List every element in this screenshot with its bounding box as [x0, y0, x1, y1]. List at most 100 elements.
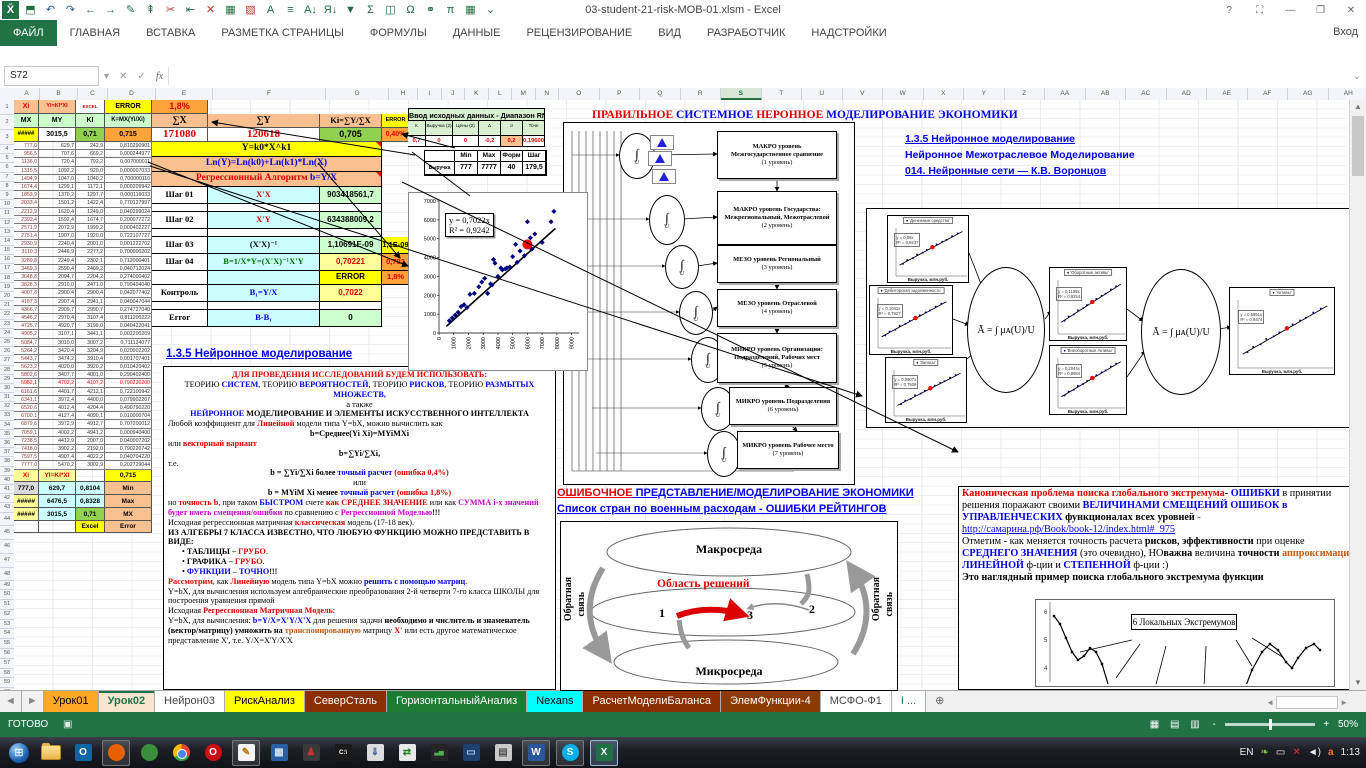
flow-level-box[interactable]: МЕЗО уровень Отраслевой(4 уровень): [717, 289, 837, 327]
row-header-48[interactable]: 48: [0, 568, 14, 581]
column-header-F[interactable]: F: [213, 88, 326, 100]
step-row[interactable]: КонтрольB₁=Y/X0,7022: [152, 285, 410, 302]
cell-e1[interactable]: 1,8%: [152, 100, 208, 114]
table-row[interactable]: 4366,72909,72990,70,274727040: [14, 306, 152, 314]
row-header-7[interactable]: 7: [0, 173, 14, 182]
cell-h2[interactable]: ERROR: [382, 114, 410, 128]
sheet-tab-Урок01[interactable]: Урок01: [44, 691, 99, 713]
table-row[interactable]: 7777,05470,23002,90,202729044: [14, 461, 152, 469]
row-header-32[interactable]: 32: [0, 402, 14, 411]
row-header-33[interactable]: 33: [0, 411, 14, 420]
row-header-23[interactable]: 23: [0, 320, 14, 329]
table-row[interactable]: 5982,14702,24107,20,790220200: [14, 379, 152, 387]
outlook-icon[interactable]: O: [70, 741, 96, 765]
column-header-AF[interactable]: AF: [1248, 88, 1289, 100]
cell-a3[interactable]: #####: [14, 128, 39, 142]
zoom-level[interactable]: 50%: [1338, 719, 1358, 730]
column-header-T[interactable]: T: [762, 88, 803, 100]
cell-c2[interactable]: KI: [76, 114, 105, 128]
close-icon[interactable]: ✕: [1338, 1, 1364, 21]
row-header-43[interactable]: 43: [0, 503, 14, 512]
table-row[interactable]: 5264,23420,43204,90,020002202: [14, 347, 152, 355]
flow-level-box[interactable]: МИКРО уровень Подразделения(6 уровень): [729, 387, 837, 425]
table-row[interactable]: 5084,73010,03007,20,711124077: [14, 339, 152, 347]
row-header-39[interactable]: 39: [0, 467, 14, 476]
wrong-section-subtitle[interactable]: Список стран по военным расходам - ОШИБК…: [557, 503, 887, 515]
table-row[interactable]: 4905,23107,13441,10,002200209: [14, 330, 152, 338]
namebox-dropdown-icon[interactable]: ▾: [104, 71, 109, 82]
step-row[interactable]: Регрессионный Алгоритм b=Y/X: [152, 172, 410, 187]
table-row[interactable]: 6161,64401,74212,10,722100942: [14, 388, 152, 396]
row-header-28[interactable]: 28: [0, 366, 14, 375]
column-header-AC[interactable]: AC: [1126, 88, 1167, 100]
table-row[interactable]: 956,5707,6669,20,000244977: [14, 150, 152, 158]
table-row[interactable]: 2392,41592,41674,70,200077272: [14, 216, 152, 224]
scroll-up-icon[interactable]: ▲: [1350, 100, 1366, 114]
row-header-37[interactable]: 37: [0, 448, 14, 457]
horizontal-scrollbar[interactable]: ◄►: [1266, 691, 1348, 713]
row-header-26[interactable]: 26: [0, 347, 14, 356]
ribbon-tab-ФОРМУЛЫ[interactable]: ФОРМУЛЫ: [357, 20, 440, 46]
summary-row[interactable]: #####6476,50,8328Max: [14, 495, 152, 508]
table-row[interactable]: 777,0629,7242,90,810290901: [14, 142, 152, 150]
confirm-entry-icon[interactable]: ✓: [137, 71, 145, 82]
row-header-8[interactable]: 8: [0, 182, 14, 191]
sheet-nav-icon[interactable]: ►: [22, 691, 44, 713]
step-row[interactable]: Ln(Y)=Ln(k0)+Ln(k1)*Ln(X): [152, 157, 410, 172]
row-header-18[interactable]: 18: [0, 274, 14, 283]
cmd-icon[interactable]: C:\: [330, 741, 356, 765]
ribbon-tab-РАЗМЕТКА СТРАНИЦЫ[interactable]: РАЗМЕТКА СТРАНИЦЫ: [208, 20, 356, 46]
help-icon[interactable]: ?: [1216, 1, 1242, 21]
ribbon-tab-ДАННЫЕ[interactable]: ДАННЫЕ: [440, 20, 514, 46]
row-header-42[interactable]: 42: [0, 494, 14, 503]
sheet-tab-РасчетМоделиБаланса[interactable]: РасчетМоделиБаланса: [583, 691, 720, 713]
column-header-H[interactable]: H: [389, 88, 418, 100]
cell-h3[interactable]: 0,40%: [382, 128, 410, 142]
row-header-19[interactable]: 19: [0, 283, 14, 292]
row-header-46[interactable]: 46: [0, 540, 14, 554]
ribbon-tab-РЕЦЕНЗИРОВАНИЕ[interactable]: РЕЦЕНЗИРОВАНИЕ: [513, 20, 645, 46]
start-button[interactable]: ⊞: [6, 741, 32, 765]
summary-row[interactable]: ExcelError: [14, 521, 152, 533]
table-row[interactable]: 3828,32910,02471,00,790404040: [14, 281, 152, 289]
row-header-16[interactable]: 16: [0, 255, 14, 264]
table-row[interactable]: 2751,41907,01920,00,722107727: [14, 232, 152, 240]
robot-icon[interactable]: ♟: [298, 741, 324, 765]
column-header-Q[interactable]: Q: [640, 88, 681, 100]
sheet-tab-ГоризонтальныйАнализ[interactable]: ГоризонтальныйАнализ: [387, 691, 527, 713]
formulabar-expand-icon[interactable]: ⌄: [1353, 71, 1361, 82]
sheet-tab-СеверСталь[interactable]: СеверСталь: [305, 691, 387, 713]
step-row[interactable]: [152, 204, 410, 212]
algorithm-steps-table[interactable]: Y=k0*X^k1Ln(Y)=Ln(k0)+Ln(k1)*Ln(X)Регрес…: [152, 142, 410, 327]
opera-icon[interactable]: O: [200, 741, 226, 765]
sheet-tab-Урок02[interactable]: Урок02: [99, 691, 156, 713]
monitor-graph-icon[interactable]: ▃▅: [426, 741, 452, 765]
cell-e2[interactable]: ∑X: [152, 114, 208, 128]
column-header-U[interactable]: U: [802, 88, 843, 100]
globe-browser-icon[interactable]: [136, 741, 162, 765]
cell-c3[interactable]: 0,71: [76, 128, 105, 142]
sign-in-link[interactable]: Вход: [1333, 26, 1358, 38]
cell-f2[interactable]: ∑Y: [208, 114, 320, 128]
eco-tray-icon[interactable]: ❧: [1261, 747, 1269, 758]
ribbon-tab-ВСТАВКА[interactable]: ВСТАВКА: [133, 20, 208, 46]
antivirus-tray-icon[interactable]: a: [1328, 747, 1334, 758]
new-sheet-icon[interactable]: ⊕: [926, 691, 953, 713]
column-header-V[interactable]: V: [843, 88, 884, 100]
column-header-I[interactable]: I: [418, 88, 442, 100]
word-icon[interactable]: W: [522, 740, 550, 766]
cell-f3[interactable]: 120618: [208, 128, 320, 142]
row-header-44[interactable]: 44: [0, 513, 14, 526]
table-row[interactable]: 1494,91047,01040,20,700000110: [14, 175, 152, 183]
row-headers[interactable]: 1234567891011121314151617181920212223242…: [0, 100, 14, 747]
column-header-P[interactable]: P: [600, 88, 641, 100]
insert-function-icon[interactable]: fx: [156, 71, 163, 82]
table-row[interactable]: 6341,13972,44400,00,079902207: [14, 396, 152, 404]
column-header-AD[interactable]: AD: [1167, 88, 1208, 100]
row-header-36[interactable]: 36: [0, 439, 14, 448]
column-header-C[interactable]: C: [78, 88, 108, 100]
skype-icon[interactable]: S: [556, 740, 584, 766]
table-row[interactable]: 5443,73474,23910,40,001707401: [14, 355, 152, 363]
no-connection-icon[interactable]: ✕: [1292, 747, 1300, 758]
flow-level-box[interactable]: МИКРО уровень Организации:Подразделений,…: [717, 333, 837, 383]
